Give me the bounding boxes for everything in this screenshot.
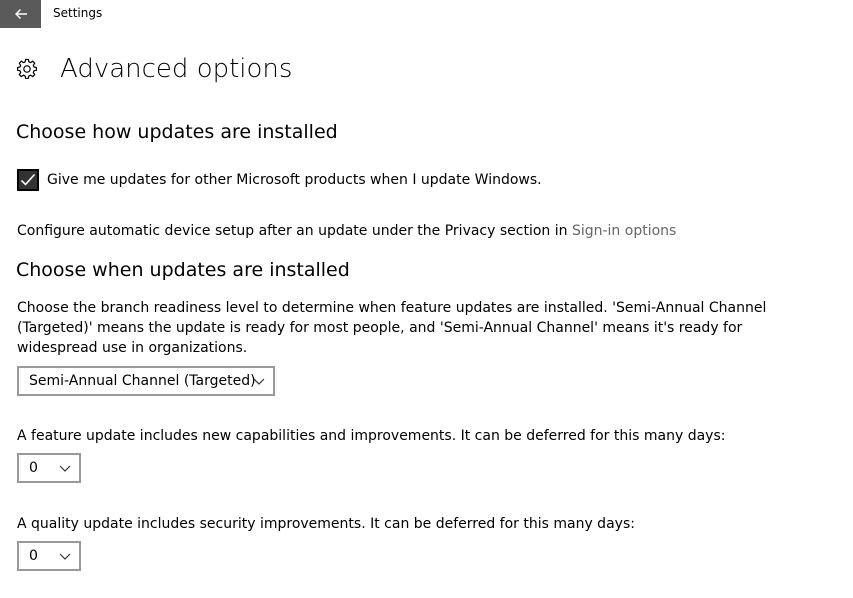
quality-defer-value: 0 [29,548,38,564]
feature-defer-dropdown[interactable]: 0 [17,453,81,483]
section-title-when: Choose when updates are installed [16,259,350,281]
quality-update-text: A quality update includes security impro… [17,516,635,532]
chevron-down-icon [59,465,71,472]
configure-text-body: Configure automatic device setup after a… [17,223,572,239]
gear-icon [16,58,38,80]
quality-defer-dropdown[interactable]: 0 [17,541,81,571]
feature-defer-value: 0 [29,460,38,476]
chevron-down-icon [253,378,265,385]
other-products-checkbox[interactable] [17,169,39,191]
feature-update-text: A feature update includes new capabiliti… [17,428,726,444]
section-title-install: Choose how updates are installed [16,121,338,143]
page-header: Advanced options [16,52,292,86]
branch-readiness-value: Semi-Annual Channel (Targeted) [29,373,256,389]
sign-in-options-link[interactable]: Sign-in options [572,223,676,239]
back-button[interactable] [0,0,41,28]
title-bar: Settings [0,0,853,28]
branch-description: Choose the branch readiness level to det… [17,300,767,356]
chevron-down-icon [59,553,71,560]
checkmark-icon [20,173,36,186]
checkbox-label: Give me updates for other Microsoft prod… [47,172,542,188]
other-products-checkbox-row[interactable]: Give me updates for other Microsoft prod… [17,169,542,191]
branch-readiness-dropdown[interactable]: Semi-Annual Channel (Targeted) [17,366,275,396]
page-title: Advanced options [60,54,293,84]
configure-text: Configure automatic device setup after a… [17,221,676,241]
window-title: Settings [53,6,103,20]
back-arrow-icon [14,9,27,19]
